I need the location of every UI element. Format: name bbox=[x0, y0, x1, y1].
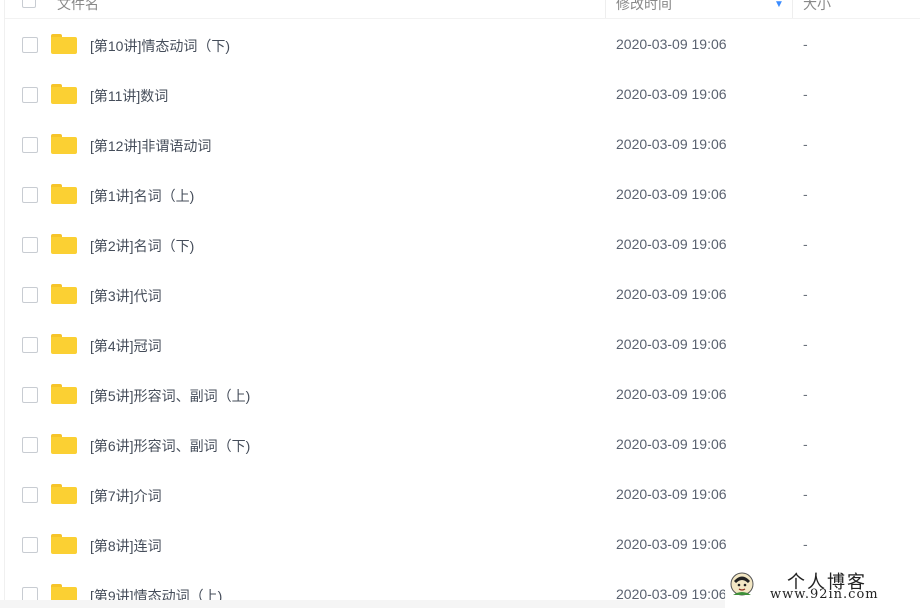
file-name[interactable]: [第11讲]数词 bbox=[90, 86, 168, 106]
file-name[interactable]: [第2讲]名词（下) bbox=[90, 236, 194, 256]
row-checkbox[interactable] bbox=[22, 87, 38, 103]
column-header-time-label: 修改时间 bbox=[616, 0, 672, 12]
file-name[interactable]: [第4讲]冠词 bbox=[90, 336, 162, 356]
folder-icon bbox=[51, 34, 77, 54]
blog-logo-icon bbox=[730, 572, 754, 596]
file-name[interactable]: [第10讲]情态动词（下) bbox=[90, 36, 230, 56]
file-name[interactable]: [第12讲]非谓语动词 bbox=[90, 136, 211, 156]
file-size: - bbox=[803, 386, 808, 402]
row-checkbox[interactable] bbox=[22, 37, 38, 53]
folder-icon bbox=[51, 334, 77, 354]
file-name[interactable]: [第7讲]介词 bbox=[90, 486, 162, 506]
folder-icon bbox=[51, 484, 77, 504]
file-row[interactable]: [第8讲]连词 2020-03-09 19:06 - bbox=[5, 520, 920, 570]
file-row[interactable]: [第6讲]形容词、副词（下) 2020-03-09 19:06 - bbox=[5, 420, 920, 470]
row-checkbox[interactable] bbox=[22, 137, 38, 153]
file-size: - bbox=[803, 136, 808, 152]
row-checkbox[interactable] bbox=[22, 287, 38, 303]
folder-icon bbox=[51, 84, 77, 104]
file-row[interactable]: [第3讲]代词 2020-03-09 19:06 - bbox=[5, 270, 920, 320]
file-modified-time: 2020-03-09 19:06 bbox=[616, 286, 727, 302]
file-size: - bbox=[803, 286, 808, 302]
file-name[interactable]: [第5讲]形容词、副词（上) bbox=[90, 386, 250, 406]
file-modified-time: 2020-03-09 19:06 bbox=[616, 236, 727, 252]
file-name[interactable]: [第8讲]连词 bbox=[90, 536, 162, 556]
file-row[interactable]: [第1讲]名词（上) 2020-03-09 19:06 - bbox=[5, 170, 920, 220]
file-size: - bbox=[803, 236, 808, 252]
row-checkbox[interactable] bbox=[22, 237, 38, 253]
file-row[interactable]: [第10讲]情态动词（下) 2020-03-09 19:06 - bbox=[5, 20, 920, 70]
file-modified-time: 2020-03-09 19:06 bbox=[616, 186, 727, 202]
file-modified-time: 2020-03-09 19:06 bbox=[616, 336, 727, 352]
file-row[interactable]: [第12讲]非谓语动词 2020-03-09 19:06 - bbox=[5, 120, 920, 170]
file-row[interactable]: [第4讲]冠词 2020-03-09 19:06 - bbox=[5, 320, 920, 370]
file-list-panel: 文件名 修改时间 ▼ 大小 [第10讲]情态动词（下) 2020-03-09 1… bbox=[4, 0, 920, 608]
row-checkbox[interactable] bbox=[22, 537, 38, 553]
file-modified-time: 2020-03-09 19:06 bbox=[616, 36, 727, 52]
file-modified-time: 2020-03-09 19:06 bbox=[616, 86, 727, 102]
file-name[interactable]: [第1讲]名词（上) bbox=[90, 186, 194, 206]
column-header-time[interactable]: 修改时间 ▼ bbox=[605, 0, 792, 18]
select-all-checkbox[interactable] bbox=[22, 0, 36, 8]
file-rows: [第10讲]情态动词（下) 2020-03-09 19:06 - [第11讲]数… bbox=[5, 20, 920, 608]
row-checkbox[interactable] bbox=[22, 337, 38, 353]
file-row[interactable]: [第5讲]形容词、副词（上) 2020-03-09 19:06 - bbox=[5, 370, 920, 420]
sort-desc-icon[interactable]: ▼ bbox=[774, 0, 784, 10]
file-name[interactable]: [第3讲]代词 bbox=[90, 286, 162, 306]
row-checkbox[interactable] bbox=[22, 187, 38, 203]
folder-icon bbox=[51, 434, 77, 454]
file-size: - bbox=[803, 486, 808, 502]
file-size: - bbox=[803, 336, 808, 352]
row-checkbox[interactable] bbox=[22, 437, 38, 453]
file-row[interactable]: [第7讲]介词 2020-03-09 19:06 - bbox=[5, 470, 920, 520]
file-modified-time: 2020-03-09 19:06 bbox=[616, 486, 727, 502]
file-modified-time: 2020-03-09 19:06 bbox=[616, 136, 727, 152]
folder-icon bbox=[51, 234, 77, 254]
file-list-header: 文件名 修改时间 ▼ 大小 bbox=[5, 0, 920, 19]
file-size: - bbox=[803, 536, 808, 552]
row-checkbox[interactable] bbox=[22, 487, 38, 503]
file-size: - bbox=[803, 36, 808, 52]
folder-icon bbox=[51, 184, 77, 204]
folder-icon bbox=[51, 284, 77, 304]
watermark: 个人博客 www.92in.com bbox=[725, 568, 920, 608]
file-modified-time: 2020-03-09 19:06 bbox=[616, 536, 727, 552]
column-header-size[interactable]: 大小 bbox=[792, 0, 920, 18]
file-size: - bbox=[803, 86, 808, 102]
folder-icon bbox=[51, 134, 77, 154]
file-row[interactable]: [第11讲]数词 2020-03-09 19:06 - bbox=[5, 70, 920, 120]
file-row[interactable]: [第2讲]名词（下) 2020-03-09 19:06 - bbox=[5, 220, 920, 270]
column-header-size-label: 大小 bbox=[803, 0, 831, 12]
file-modified-time: 2020-03-09 19:06 bbox=[616, 436, 727, 452]
file-size: - bbox=[803, 436, 808, 452]
column-header-name[interactable]: 文件名 bbox=[57, 0, 99, 14]
watermark-url: www.92in.com bbox=[770, 587, 879, 602]
file-modified-time: 2020-03-09 19:06 bbox=[616, 386, 727, 402]
folder-icon bbox=[51, 534, 77, 554]
file-size: - bbox=[803, 186, 808, 202]
folder-icon bbox=[51, 384, 77, 404]
row-checkbox[interactable] bbox=[22, 387, 38, 403]
file-name[interactable]: [第6讲]形容词、副词（下) bbox=[90, 436, 250, 456]
